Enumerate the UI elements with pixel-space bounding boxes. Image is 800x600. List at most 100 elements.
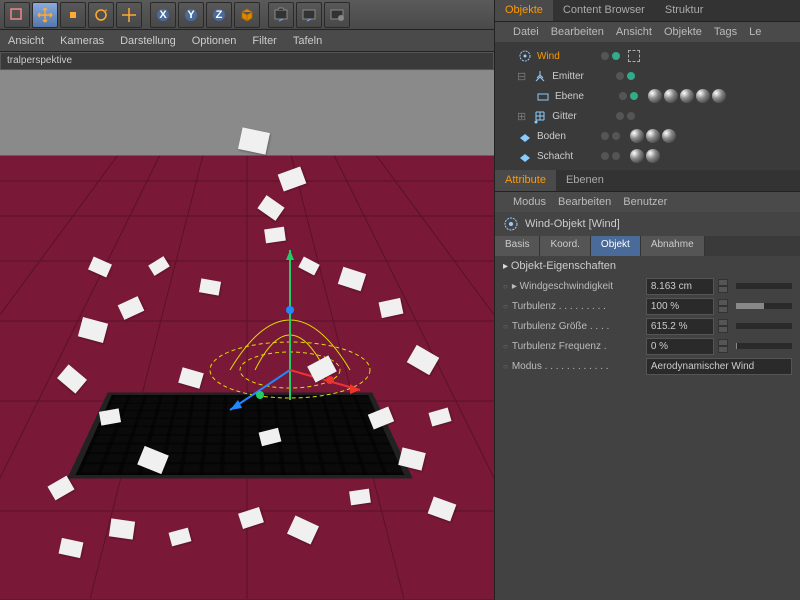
property-slider[interactable]: [736, 323, 792, 329]
material-tag[interactable]: [648, 89, 662, 103]
objmenu-ansicht[interactable]: Ansicht: [616, 26, 652, 38]
material-tag[interactable]: [646, 129, 660, 143]
paper-particle: [349, 489, 371, 506]
paper-particle: [264, 227, 286, 244]
property-value[interactable]: 0 %: [646, 338, 714, 355]
property-slider[interactable]: [736, 303, 792, 309]
objmenu-objekte[interactable]: Objekte: [664, 26, 702, 38]
tree-row-ebene[interactable]: Ebene: [495, 86, 800, 106]
tree-item-label[interactable]: Ebene: [555, 91, 611, 102]
expand-icon[interactable]: ⊞: [517, 110, 526, 123]
vpmenu-darstellung[interactable]: Darstellung: [120, 35, 176, 47]
visibility-dot[interactable]: [612, 152, 620, 160]
vpmenu-tafeln[interactable]: Tafeln: [293, 35, 322, 47]
property-row: ○Turbulenz Frequenz .0 %: [503, 336, 792, 356]
attrmenu-bearbeiten[interactable]: Bearbeiten: [558, 196, 611, 208]
material-tag[interactable]: [712, 89, 726, 103]
expand-icon[interactable]: ⊟: [517, 70, 526, 83]
tool-rotate[interactable]: [88, 2, 114, 28]
floor-icon: [517, 148, 533, 164]
property-label: Turbulenz . . . . . . . . .: [512, 301, 642, 312]
tool-move[interactable]: [32, 2, 58, 28]
tree-row-emitter[interactable]: ⊟ Emitter: [495, 66, 800, 86]
visibility-dot[interactable]: [627, 72, 635, 80]
subtab-koord[interactable]: Koord.: [540, 236, 590, 256]
visibility-dot[interactable]: [612, 132, 620, 140]
tab-content-browser[interactable]: Content Browser: [553, 0, 655, 21]
axis-z-button[interactable]: Z: [206, 2, 232, 28]
tag-icon[interactable]: [628, 50, 640, 62]
material-tag[interactable]: [630, 129, 644, 143]
render-button-3[interactable]: [324, 2, 350, 28]
vpmenu-optionen[interactable]: Optionen: [192, 35, 237, 47]
tab-objekte[interactable]: Objekte: [495, 0, 553, 21]
tree-item-label[interactable]: Schacht: [537, 151, 593, 162]
tree-item-label[interactable]: Wind: [537, 51, 593, 62]
section-header[interactable]: ▸ Objekt-Eigenschaften: [503, 260, 792, 272]
tab-struktur[interactable]: Struktur: [655, 0, 714, 21]
tree-item-label[interactable]: Gitter: [552, 111, 608, 122]
property-label: Modus . . . . . . . . . . . .: [512, 361, 642, 372]
visibility-dot[interactable]: [616, 112, 624, 120]
material-tag[interactable]: [630, 149, 644, 163]
visibility-dot[interactable]: [601, 52, 609, 60]
subtab-objekt[interactable]: Objekt: [591, 236, 641, 256]
tree-row-gitter[interactable]: ⊞ Gitter: [495, 106, 800, 126]
property-value[interactable]: 8.163 cm: [646, 278, 714, 295]
tool-scale[interactable]: [60, 2, 86, 28]
wind-icon: [503, 216, 519, 232]
viewport-3d[interactable]: [0, 70, 494, 600]
visibility-dot[interactable]: [627, 112, 635, 120]
tool-move2[interactable]: [116, 2, 142, 28]
vpmenu-ansicht[interactable]: Ansicht: [8, 35, 44, 47]
tree-item-label[interactable]: Emitter: [552, 71, 608, 82]
tab-attribute[interactable]: Attribute: [495, 170, 556, 191]
visibility-dot[interactable]: [616, 72, 624, 80]
property-label: Turbulenz Größe . . . .: [512, 321, 642, 332]
tool-cursor[interactable]: [4, 2, 30, 28]
objmenu-tags[interactable]: Tags: [714, 26, 737, 38]
visibility-dot[interactable]: [612, 52, 620, 60]
vpmenu-kameras[interactable]: Kameras: [60, 35, 104, 47]
cube-button[interactable]: [234, 2, 260, 28]
visibility-dot[interactable]: [630, 92, 638, 100]
viewport-menubar: Ansicht Kameras Darstellung Optionen Fil…: [0, 30, 494, 52]
property-value[interactable]: 100 %: [646, 298, 714, 315]
objmenu-datei[interactable]: Datei: [513, 26, 539, 38]
material-tag[interactable]: [664, 89, 678, 103]
material-tag[interactable]: [662, 129, 676, 143]
tree-row-boden[interactable]: Boden: [495, 126, 800, 146]
spinner[interactable]: [718, 339, 728, 353]
svg-text:Y: Y: [187, 9, 195, 21]
render-button-1[interactable]: [268, 2, 294, 28]
spinner[interactable]: [718, 299, 728, 313]
tree-row-schacht[interactable]: Schacht: [495, 146, 800, 166]
property-slider[interactable]: [736, 283, 792, 289]
vpmenu-filter[interactable]: Filter: [252, 35, 276, 47]
visibility-dot[interactable]: [601, 152, 609, 160]
material-tag[interactable]: [646, 149, 660, 163]
subtab-abnahme[interactable]: Abnahme: [641, 236, 705, 256]
material-tag[interactable]: [696, 89, 710, 103]
subtab-basis[interactable]: Basis: [495, 236, 540, 256]
wind-icon: [517, 48, 533, 64]
visibility-dot[interactable]: [601, 132, 609, 140]
property-value[interactable]: 615.2 %: [646, 318, 714, 335]
objmenu-bearbeiten[interactable]: Bearbeiten: [551, 26, 604, 38]
property-slider[interactable]: [736, 343, 792, 349]
attrmenu-modus[interactable]: Modus: [513, 196, 546, 208]
tree-item-label[interactable]: Boden: [537, 131, 593, 142]
grate-object: [67, 393, 413, 479]
property-dropdown[interactable]: Aerodynamischer Wind: [646, 358, 792, 375]
render-button-2[interactable]: [296, 2, 322, 28]
axis-x-button[interactable]: X: [150, 2, 176, 28]
axis-y-button[interactable]: Y: [178, 2, 204, 28]
visibility-dot[interactable]: [619, 92, 627, 100]
objmenu-le[interactable]: Le: [749, 26, 761, 38]
attrmenu-benutzer[interactable]: Benutzer: [623, 196, 667, 208]
tree-row-wind[interactable]: Wind: [495, 46, 800, 66]
spinner[interactable]: [718, 279, 728, 293]
material-tag[interactable]: [680, 89, 694, 103]
spinner[interactable]: [718, 319, 728, 333]
tab-ebenen[interactable]: Ebenen: [556, 170, 614, 191]
